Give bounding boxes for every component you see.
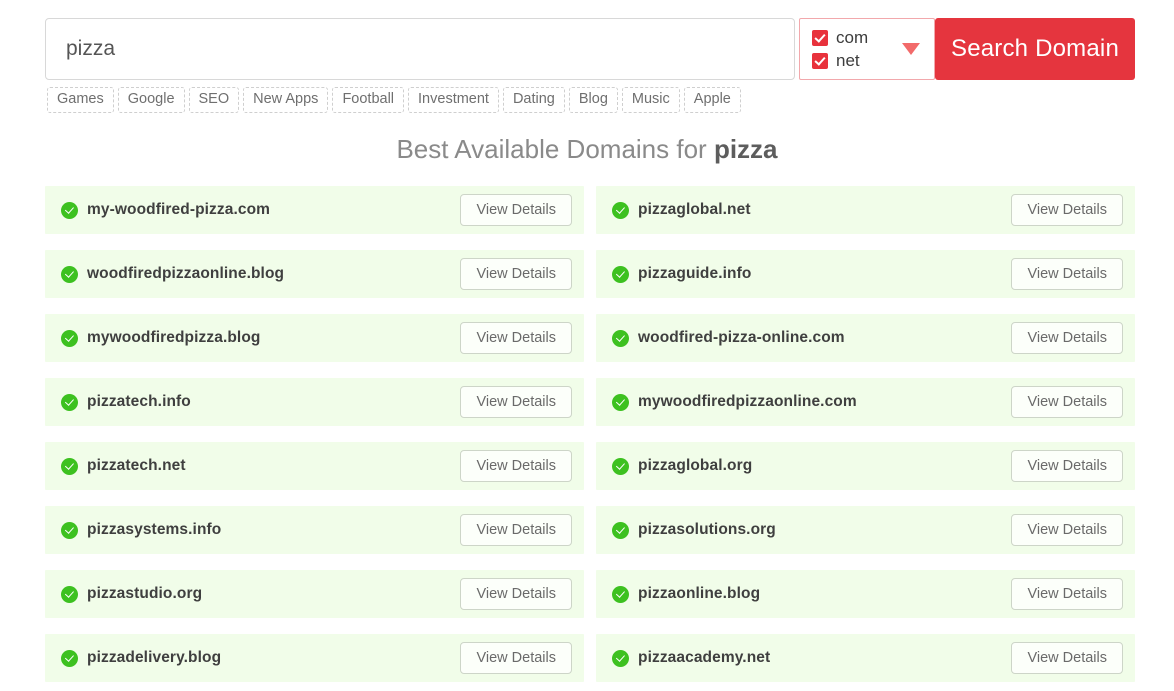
- suggested-tag[interactable]: New Apps: [243, 87, 329, 113]
- view-details-button[interactable]: View Details: [1011, 450, 1123, 482]
- domain-name: pizzastudio.org: [87, 585, 203, 602]
- domain-result-row: pizzaguide.info View Details: [596, 250, 1135, 298]
- check-circle-icon: [61, 521, 78, 539]
- view-details-button[interactable]: View Details: [460, 514, 572, 546]
- suggested-tag[interactable]: Dating: [502, 87, 565, 113]
- view-details-button[interactable]: View Details: [460, 642, 572, 674]
- view-details-button[interactable]: View Details: [460, 322, 572, 354]
- tld-label-com: com: [836, 28, 869, 47]
- checkbox-net[interactable]: [812, 52, 828, 69]
- view-details-button[interactable]: View Details: [1011, 322, 1123, 354]
- search-bar: com net Search Domain: [45, 18, 1135, 80]
- search-input[interactable]: [45, 18, 795, 80]
- domain-name: mywoodfiredpizzaonline.com: [638, 393, 857, 410]
- check-circle-icon: [612, 585, 629, 603]
- domain-name: my-woodfired-pizza.com: [87, 201, 271, 218]
- domain-result-row: pizzasolutions.org View Details: [596, 506, 1135, 554]
- view-details-button[interactable]: View Details: [460, 578, 572, 610]
- domain-name: pizzasolutions.org: [638, 521, 776, 538]
- view-details-button[interactable]: View Details: [460, 386, 572, 418]
- domain-result-row: pizzadelivery.blog View Details: [45, 634, 584, 682]
- suggested-tag[interactable]: Football: [332, 87, 405, 113]
- view-details-button[interactable]: View Details: [460, 194, 572, 226]
- view-details-button[interactable]: View Details: [1011, 514, 1123, 546]
- check-circle-icon: [612, 393, 629, 411]
- check-circle-icon: [612, 649, 629, 667]
- domain-name: woodfired-pizza-online.com: [638, 329, 845, 346]
- check-circle-icon: [61, 265, 78, 283]
- view-details-button[interactable]: View Details: [1011, 258, 1123, 290]
- domain-result-row: my-woodfired-pizza.com View Details: [45, 186, 584, 234]
- suggested-tag[interactable]: Apple: [683, 87, 741, 113]
- suggested-tag[interactable]: SEO: [188, 87, 240, 113]
- check-circle-icon: [61, 329, 78, 347]
- domain-name: pizzatech.net: [87, 457, 186, 474]
- check-circle-icon: [612, 457, 629, 475]
- check-circle-icon: [612, 329, 629, 347]
- page-title: Best Available Domains for pizza: [0, 134, 1174, 165]
- check-circle-icon: [612, 201, 629, 219]
- domain-result-row: woodfiredpizzaonline.blog View Details: [45, 250, 584, 298]
- chevron-down-icon[interactable]: [902, 43, 920, 55]
- domain-name: pizzasystems.info: [87, 521, 222, 538]
- domain-name: pizzaglobal.org: [638, 457, 753, 474]
- domain-name: pizzaguide.info: [638, 265, 752, 282]
- domain-result-row: pizzastudio.org View Details: [45, 570, 584, 618]
- check-circle-icon: [612, 521, 629, 539]
- tld-dropdown[interactable]: com net: [799, 18, 935, 80]
- view-details-button[interactable]: View Details: [1011, 386, 1123, 418]
- view-details-button[interactable]: View Details: [1011, 578, 1123, 610]
- suggested-tag[interactable]: Investment: [408, 87, 499, 113]
- check-circle-icon: [61, 649, 78, 667]
- domain-name: woodfiredpizzaonline.blog: [87, 265, 285, 282]
- domain-result-row: mywoodfiredpizzaonline.com View Details: [596, 378, 1135, 426]
- suggested-tag[interactable]: Blog: [568, 87, 618, 113]
- check-circle-icon: [612, 265, 629, 283]
- domain-name: pizzaglobal.net: [638, 201, 751, 218]
- domain-name: mywoodfiredpizza.blog: [87, 329, 261, 346]
- search-domain-button[interactable]: Search Domain: [935, 18, 1135, 80]
- page-title-prefix: Best Available Domains for: [396, 134, 714, 164]
- domain-result-row: mywoodfiredpizza.blog View Details: [45, 314, 584, 362]
- suggested-tag[interactable]: Games: [47, 87, 114, 113]
- view-details-button[interactable]: View Details: [1011, 642, 1123, 674]
- suggested-tag[interactable]: Music: [621, 87, 680, 113]
- view-details-button[interactable]: View Details: [1011, 194, 1123, 226]
- domain-result-row: pizzatech.net View Details: [45, 442, 584, 490]
- domain-result-row: woodfired-pizza-online.com View Details: [596, 314, 1135, 362]
- suggested-tag[interactable]: Google: [117, 87, 185, 113]
- domain-name: pizzadelivery.blog: [87, 649, 222, 666]
- checkbox-com[interactable]: [812, 29, 828, 46]
- suggested-tag-row: Games Google SEO New Apps Football Investment…: [47, 87, 741, 113]
- domain-result-row: pizzatech.info View Details: [45, 378, 584, 426]
- domain-search-page: com net Search Domain GamesGoogleSEONew …: [0, 0, 1174, 691]
- check-circle-icon: [61, 585, 78, 603]
- domain-result-row: pizzaglobal.net View Details: [596, 186, 1135, 234]
- domain-results-grid: my-woodfired-pizza.com View Details pizzag…: [45, 186, 1135, 682]
- domain-name: pizzaacademy.net: [638, 649, 771, 666]
- domain-result-row: pizzaacademy.net View Details: [596, 634, 1135, 682]
- check-circle-icon: [61, 393, 78, 411]
- domain-result-row: pizzasystems.info View Details: [45, 506, 584, 554]
- domain-result-row: pizzaglobal.org View Details: [596, 442, 1135, 490]
- view-details-button[interactable]: View Details: [460, 450, 572, 482]
- domain-name: pizzatech.info: [87, 393, 191, 410]
- page-title-keyword: pizza: [713, 134, 778, 164]
- domain-result-row: pizzaonline.blog View Details: [596, 570, 1135, 618]
- domain-name: pizzaonline.blog: [638, 585, 761, 602]
- tld-label-net: net: [836, 51, 860, 70]
- check-circle-icon: [61, 201, 78, 219]
- view-details-button[interactable]: View Details: [460, 258, 572, 290]
- check-circle-icon: [61, 457, 78, 475]
